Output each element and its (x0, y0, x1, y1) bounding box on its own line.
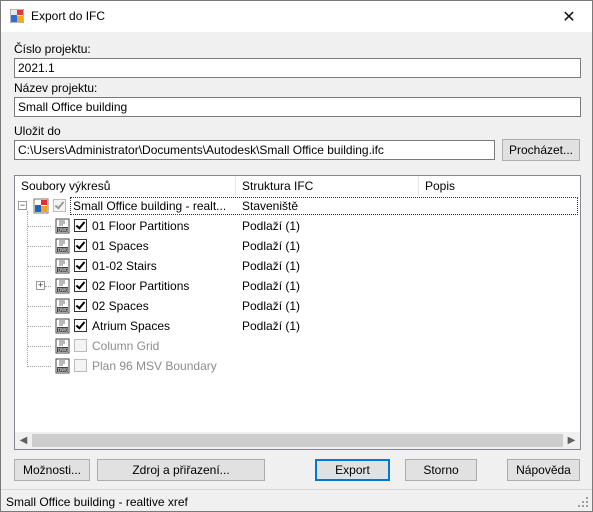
item-name: 01 Floor Partitions (92, 219, 190, 233)
dwg-file-icon: DWG (55, 318, 70, 334)
drawing-files-tree[interactable]: Soubory výkresů Struktura IFC Popis − Sm… (14, 175, 581, 450)
cancel-button[interactable]: Storno (405, 459, 477, 481)
root-checkbox[interactable] (53, 199, 66, 212)
item-checkbox[interactable] (74, 359, 87, 372)
item-name: 02 Spaces (92, 299, 149, 313)
item-structure: Podlaží (1) (242, 319, 301, 333)
app-icon (10, 9, 24, 23)
item-checkbox[interactable] (74, 239, 87, 252)
status-text: Small Office building - realtive xref (6, 495, 188, 509)
dwg-file-icon: DWG (55, 338, 70, 354)
item-checkbox[interactable] (74, 319, 87, 332)
dwg-file-icon: DWG (55, 238, 70, 254)
tree-item-row[interactable]: DWG 01-02 Stairs Podlaží (1) (15, 256, 580, 276)
project-number-field[interactable]: 2021.1 (14, 58, 581, 78)
scroll-right-icon[interactable]: ▶ (563, 432, 580, 449)
item-structure: Podlaží (1) (242, 239, 301, 253)
tree-item-row[interactable]: DWG Column Grid (15, 336, 580, 356)
tree-item-row[interactable]: + DWG 02 Floor Partitions Podlaží (1) (15, 276, 580, 296)
tree-item-row[interactable]: DWG 01 Floor Partitions Podlaží (1) (15, 216, 580, 236)
column-drawing-files[interactable]: Soubory výkresů (15, 176, 236, 196)
project-name-field[interactable]: Small Office building (14, 97, 581, 117)
tree-header: Soubory výkresů Struktura IFC Popis (15, 176, 580, 196)
tree-item-row[interactable]: DWG 02 Spaces Podlaží (1) (15, 296, 580, 316)
dwg-file-icon: DWG (55, 218, 70, 234)
item-name: 02 Floor Partitions (92, 279, 190, 293)
dwg-file-icon: DWG (55, 258, 70, 274)
dwg-file-icon: DWG (55, 298, 70, 314)
project-name-label: Název projektu: (14, 81, 98, 95)
item-structure: Podlaží (1) (242, 219, 301, 233)
title-bar: Export do IFC ✕ (1, 1, 592, 32)
save-path-field[interactable]: C:\Users\Administrator\Documents\Autodes… (14, 140, 495, 160)
expand-icon[interactable]: + (36, 281, 45, 290)
svg-text:DWG: DWG (58, 268, 68, 273)
tree-root-row[interactable]: − Small Office building - realt... Stave… (15, 196, 580, 216)
scrollbar-thumb[interactable] (32, 434, 563, 447)
scroll-left-icon[interactable]: ◀ (15, 432, 32, 449)
svg-text:DWG: DWG (58, 248, 68, 253)
dwg-file-icon: DWG (55, 358, 70, 374)
column-ifc-structure[interactable]: Struktura IFC (236, 176, 419, 196)
tree-item-row[interactable]: DWG Plan 96 MSV Boundary (15, 356, 580, 376)
sheet-set-icon (33, 198, 49, 214)
item-name: 01-02 Stairs (92, 259, 157, 273)
item-checkbox[interactable] (74, 219, 87, 232)
item-name: 01 Spaces (92, 239, 149, 253)
export-ifc-dialog: Export do IFC ✕ Číslo projektu: 2021.1 N… (0, 0, 593, 512)
item-structure: Podlaží (1) (242, 259, 301, 273)
options-button[interactable]: Možnosti... (14, 459, 90, 481)
svg-text:DWG: DWG (58, 288, 68, 293)
export-button[interactable]: Export (315, 459, 390, 481)
close-icon[interactable]: ✕ (546, 1, 592, 32)
svg-text:DWG: DWG (58, 308, 68, 313)
window-title: Export do IFC (31, 9, 106, 23)
item-checkbox[interactable] (74, 339, 87, 352)
item-checkbox[interactable] (74, 299, 87, 312)
project-number-label: Číslo projektu: (14, 42, 91, 56)
horizontal-scrollbar[interactable]: ◀ ▶ (15, 432, 580, 449)
tree-root-structure: Staveniště (242, 199, 299, 213)
item-structure: Podlaží (1) (242, 299, 301, 313)
status-bar: Small Office building - realtive xref (1, 489, 592, 511)
svg-text:DWG: DWG (58, 348, 68, 353)
item-name: Column Grid (92, 339, 160, 353)
item-structure: Podlaží (1) (242, 279, 301, 293)
tree-item-row[interactable]: DWG 01 Spaces Podlaží (1) (15, 236, 580, 256)
browse-button[interactable]: Procházet... (502, 139, 580, 161)
tree-item-row[interactable]: DWG Atrium Spaces Podlaží (1) (15, 316, 580, 336)
save-to-label: Uložit do (14, 124, 61, 138)
item-name: Atrium Spaces (92, 319, 171, 333)
item-checkbox[interactable] (74, 279, 87, 292)
help-button[interactable]: Nápověda (507, 459, 580, 481)
item-checkbox[interactable] (74, 259, 87, 272)
column-description[interactable]: Popis (419, 176, 580, 196)
resize-grip-icon[interactable] (577, 496, 589, 508)
dwg-file-icon: DWG (55, 278, 70, 294)
svg-text:DWG: DWG (58, 368, 68, 373)
svg-text:DWG: DWG (58, 228, 68, 233)
svg-text:DWG: DWG (58, 328, 68, 333)
collapse-icon[interactable]: − (18, 201, 27, 210)
item-name: Plan 96 MSV Boundary (92, 359, 217, 373)
source-mapping-button[interactable]: Zdroj a přiřazení... (97, 459, 265, 481)
tree-root-name: Small Office building - realt... (73, 199, 227, 213)
